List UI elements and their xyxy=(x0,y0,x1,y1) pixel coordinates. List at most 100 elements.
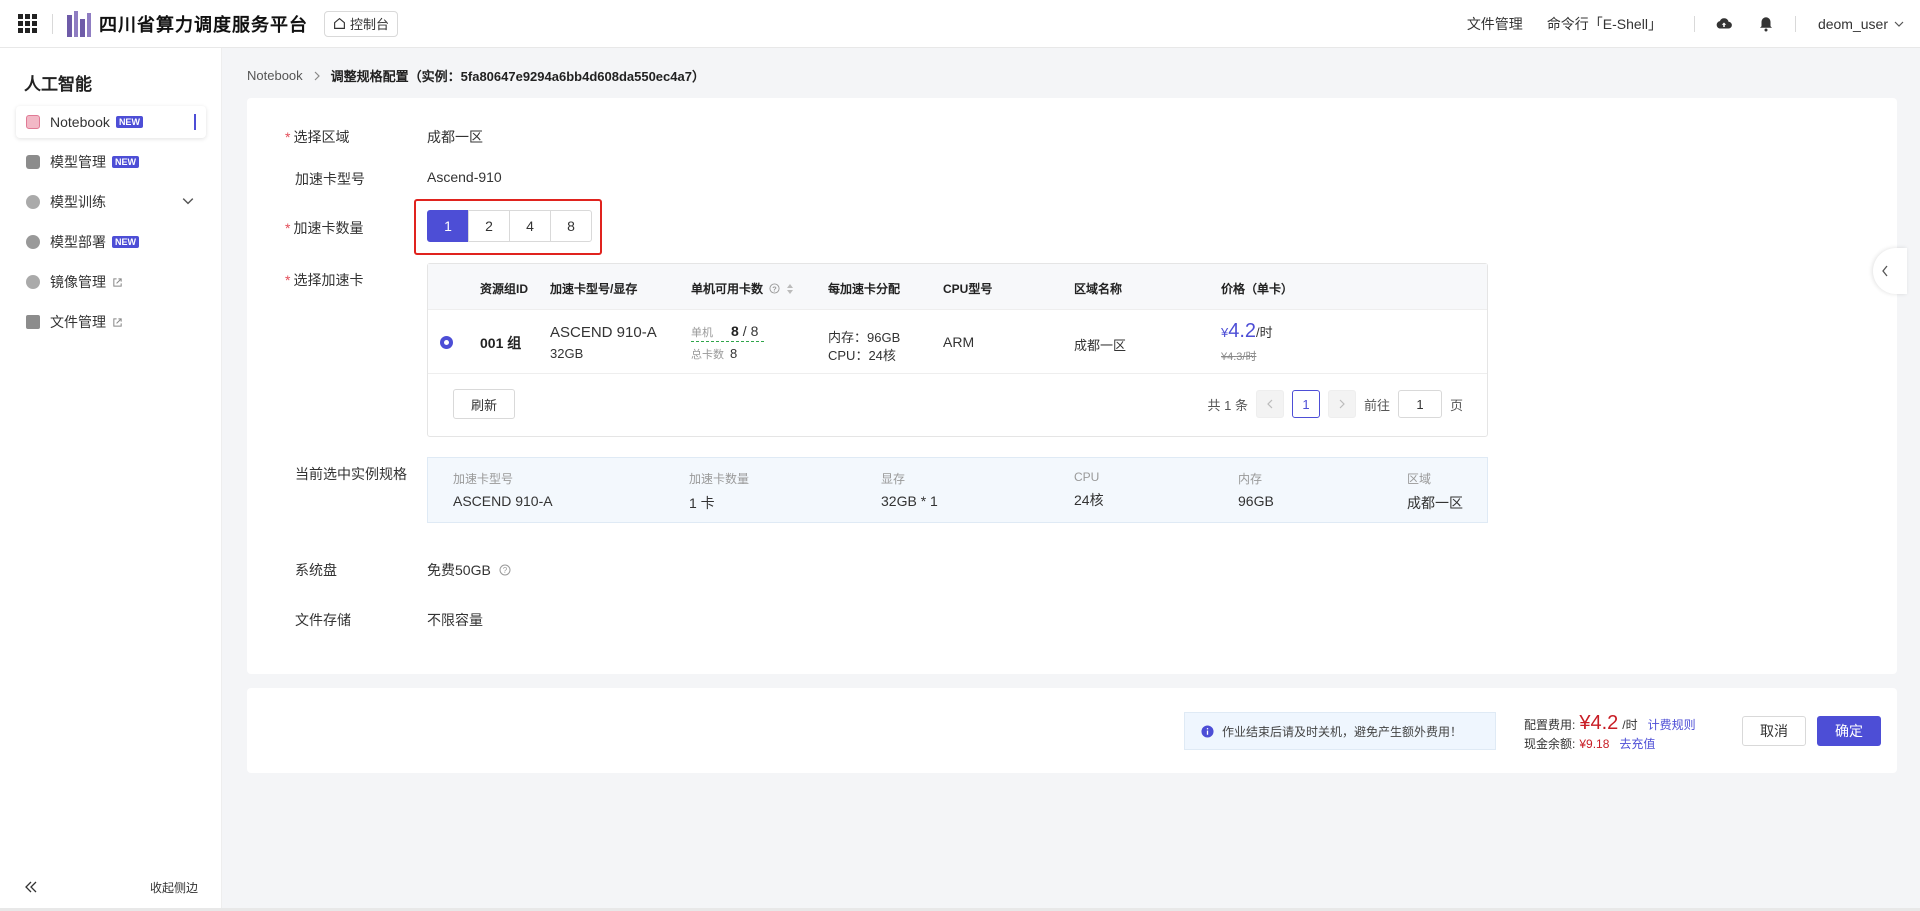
eshell-link[interactable]: 命令行「E-Shell」 xyxy=(1547,14,1662,34)
config-card: * 选择区域 成都一区 加速卡型号 Ascend-910 * 加速卡数量 1 2 4… xyxy=(247,98,1907,674)
breadcrumb-root[interactable]: Notebook xyxy=(247,68,303,83)
sidebar-item-label: 模型部署 xyxy=(50,234,106,250)
sidebar-item-model-train[interactable]: 模型训练 xyxy=(16,186,206,218)
chevron-down-icon xyxy=(182,198,194,205)
footer-card: 作业结束后请及时关机，避免产生额外费用！ 配置费用: ¥4.2 /时 计费规则 … xyxy=(247,688,1897,773)
count-option-1[interactable]: 1 xyxy=(427,210,469,242)
page-unit: 页 xyxy=(1449,397,1463,413)
row-radio[interactable] xyxy=(440,336,453,349)
help-icon[interactable]: ? xyxy=(499,564,511,576)
top-bar: 四川省算力调度服务平台 控制台 文件管理 命令行「E-Shell」 deom_u… xyxy=(0,0,1920,48)
sidebar-collapse[interactable]: 收起侧边 xyxy=(0,863,222,911)
logo-icon xyxy=(67,10,91,37)
notice-banner: 作业结束后请及时关机，避免产生额外费用！ xyxy=(1184,712,1496,750)
external-link-icon xyxy=(113,277,122,287)
spec-label: 当前选中实例规格 xyxy=(295,466,407,482)
spec-item: 加速卡数量 1 卡 xyxy=(689,472,750,511)
sidebar-item-model-manage[interactable]: 模型管理 NEW xyxy=(16,146,206,178)
training-icon xyxy=(26,195,40,209)
sort-icon[interactable] xyxy=(786,283,794,295)
spec-item: 内存 96GB xyxy=(1238,472,1274,509)
recharge-link[interactable]: 去充值 xyxy=(1619,735,1655,752)
username: deom_user xyxy=(1817,15,1888,32)
th-price: 价格（单卡） xyxy=(1221,282,1294,296)
double-chevron-left-icon xyxy=(25,881,37,893)
old-price: ¥4.3/时 xyxy=(1221,351,1257,363)
count-option-4[interactable]: 4 xyxy=(509,210,551,242)
sidebar-item-model-deploy[interactable]: 模型部署 NEW xyxy=(16,226,206,258)
sidebar: 人工智能 Notebook NEW 模型管理 NEW 模型训练 模型部署 NEW… xyxy=(0,48,222,911)
balance-label: 现金余额: xyxy=(1524,737,1576,751)
sidebar-item-file-manage[interactable]: 文件管理 xyxy=(16,306,206,338)
file-manage-link[interactable]: 文件管理 xyxy=(1467,14,1523,34)
region-name: 成都一区 xyxy=(1074,338,1127,353)
spec-item: 显存 32GB * 1 xyxy=(881,472,938,509)
divider xyxy=(1693,15,1695,32)
next-page-button[interactable] xyxy=(1327,390,1356,418)
notebook-icon xyxy=(26,115,40,129)
deploy-icon xyxy=(26,235,40,249)
count-label: * 加速卡数量 xyxy=(285,220,364,236)
goto-page-input[interactable]: 1 xyxy=(1397,390,1442,418)
image-disc-icon xyxy=(26,275,40,289)
disk-label: 系统盘 xyxy=(295,562,337,578)
mem-alloc: 内存：96GB xyxy=(828,330,901,345)
total-cards: 总卡数 8 xyxy=(691,346,738,361)
sidebar-item-label: Notebook xyxy=(50,114,110,130)
notice-text: 作业结束后请及时关机，避免产生额外费用！ xyxy=(1222,724,1463,739)
refresh-button[interactable]: 刷新 xyxy=(453,389,515,419)
card-model: ASCEND 910-A xyxy=(550,324,657,341)
disk-value: 免费50GB ? xyxy=(427,560,511,580)
user-menu[interactable]: deom_user xyxy=(1818,16,1904,32)
sidebar-item-notebook[interactable]: Notebook NEW xyxy=(16,106,206,138)
th-available[interactable]: 单机可用卡数 ? xyxy=(691,280,794,297)
sidebar-item-label: 镜像管理 xyxy=(50,274,106,290)
folder-icon xyxy=(26,315,40,329)
page-1-button[interactable]: 1 xyxy=(1291,390,1320,418)
fee-price: ¥4.2 xyxy=(1579,712,1619,734)
cube-icon xyxy=(26,155,40,169)
card-type-value: Ascend-910 xyxy=(427,169,502,185)
brand-title: 四川省算力调度服务平台 xyxy=(99,14,308,35)
billing-rule-link[interactable]: 计费规则 xyxy=(1648,716,1696,733)
th-cpu-model: CPU型号 xyxy=(943,282,993,296)
th-per-card: 每加速卡分配 xyxy=(828,282,901,296)
breadcrumb-current: 调整规格配置（实例：5fa80647e9294a6bb4d608da550ec4… xyxy=(330,69,705,84)
sidebar-item-image-manage[interactable]: 镜像管理 xyxy=(16,266,206,298)
cloud-upload-icon[interactable] xyxy=(1715,15,1733,33)
count-option-8[interactable]: 8 xyxy=(550,210,592,242)
svg-text:?: ? xyxy=(503,566,508,575)
chevron-right-icon xyxy=(314,71,320,80)
cancel-button[interactable]: 取消 xyxy=(1742,716,1806,746)
sidebar-title: 人工智能 xyxy=(24,75,92,94)
fee-label: 配置费用: xyxy=(1524,718,1576,732)
bell-icon[interactable] xyxy=(1757,15,1775,33)
spec-item: 加速卡型号 ASCEND 910-A xyxy=(453,472,553,509)
svg-text:?: ? xyxy=(772,284,777,293)
external-link-icon xyxy=(113,317,122,327)
table-row[interactable]: 001 组 ASCEND 910-A 32GB 单机 8 / 8 总卡数 8 内… xyxy=(428,310,1487,374)
confirm-button[interactable]: 确定 xyxy=(1817,716,1881,746)
cpu-model: ARM xyxy=(943,334,975,350)
sidebar-item-label: 模型管理 xyxy=(50,154,106,170)
chevron-down-icon xyxy=(1894,21,1904,27)
prev-page-button[interactable] xyxy=(1255,390,1284,418)
cpu-alloc: CPU：24核 xyxy=(828,348,896,363)
new-badge: NEW xyxy=(112,156,139,168)
apps-grid-icon[interactable] xyxy=(18,13,38,34)
chevron-left-icon xyxy=(1882,265,1888,277)
card-type-label: 加速卡型号 xyxy=(295,171,365,187)
storage-value: 不限容量 xyxy=(427,612,483,628)
count-selector: 1 2 4 8 xyxy=(427,210,592,242)
console-button[interactable]: 控制台 xyxy=(324,10,399,37)
th-region: 区域名称 xyxy=(1074,282,1123,296)
spec-summary: 加速卡型号 ASCEND 910-A 加速卡数量 1 卡 显存 32GB * 1 CP… xyxy=(427,457,1488,523)
balance-value: ¥9.18 xyxy=(1579,737,1610,751)
new-badge: NEW xyxy=(115,116,143,128)
home-icon xyxy=(334,17,345,29)
divider xyxy=(1794,15,1796,32)
th-group-id: 资源组ID xyxy=(480,282,529,296)
side-panel-toggle[interactable] xyxy=(1873,248,1907,294)
count-option-2[interactable]: 2 xyxy=(468,210,510,242)
chevron-right-icon xyxy=(1339,399,1345,409)
